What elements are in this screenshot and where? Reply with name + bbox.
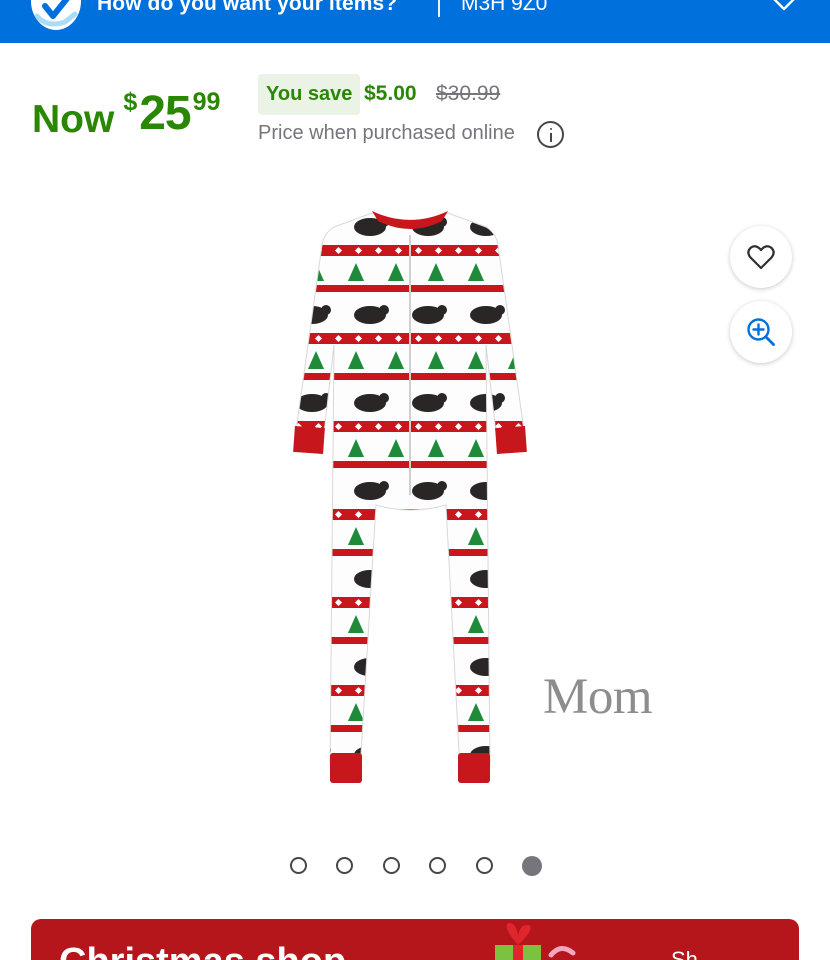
- carousel-dot[interactable]: [382, 857, 400, 874]
- currency-symbol: $: [123, 88, 138, 116]
- save-amount: $5.00: [364, 82, 417, 105]
- now-label: Now: [32, 98, 115, 141]
- was-price: $30.99: [436, 82, 501, 105]
- postal-code[interactable]: M3H 9Z0: [461, 0, 547, 16]
- carousel-dot[interactable]: [475, 857, 493, 874]
- current-price: Now $ 25 99: [32, 86, 220, 142]
- carousel-dot[interactable]: [336, 857, 354, 874]
- product-image[interactable]: [290, 205, 530, 790]
- heart-icon: [747, 245, 775, 270]
- fulfillment-icon: [31, 0, 81, 30]
- divider: [438, 0, 440, 17]
- christmas-shop-banner[interactable]: Christmas shop Sh: [31, 919, 799, 960]
- you-save-badge: You save: [258, 74, 361, 115]
- favorite-button[interactable]: [730, 226, 792, 288]
- carousel-dot[interactable]: [290, 857, 307, 874]
- zoom-in-icon: [747, 318, 775, 346]
- price-note: Price when purchased online: [258, 122, 515, 144]
- carousel-dot-active[interactable]: [521, 855, 542, 876]
- carousel-indicators[interactable]: [290, 855, 542, 876]
- chevron-down-icon[interactable]: [772, 0, 796, 19]
- banner-link[interactable]: Sh: [671, 947, 698, 960]
- banner-title: Christmas shop: [59, 941, 346, 960]
- info-icon[interactable]: [537, 121, 564, 148]
- price-cents: 99: [192, 88, 221, 116]
- price-dollars: 25: [139, 87, 191, 140]
- fulfillment-bar[interactable]: How do you want your items? M3H 9Z0: [0, 0, 830, 43]
- fulfillment-question[interactable]: How do you want your items?: [97, 0, 397, 16]
- gift-icon: [495, 923, 576, 960]
- image-caption: Mom: [543, 669, 653, 725]
- zoom-button[interactable]: [730, 301, 792, 363]
- carousel-dot[interactable]: [429, 857, 447, 874]
